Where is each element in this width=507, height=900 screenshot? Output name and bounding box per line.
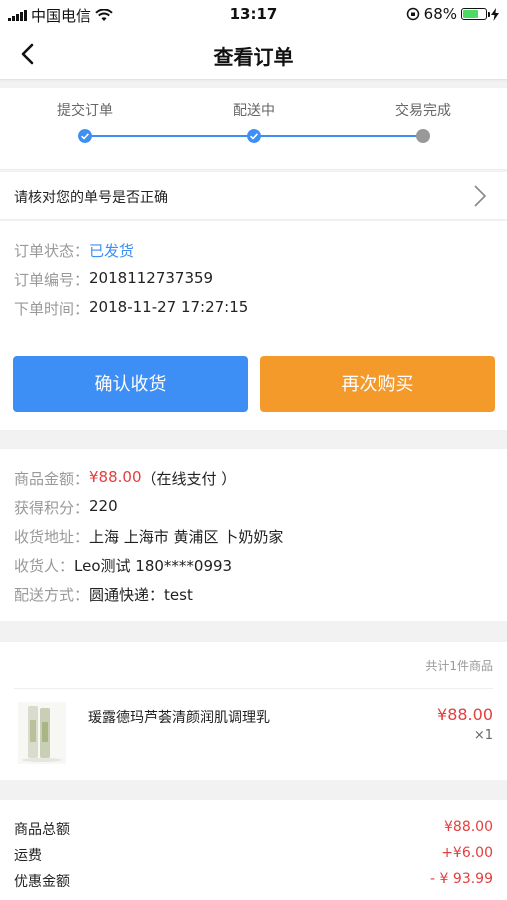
order-progress: 提交订单 配送中 交易完成 xyxy=(0,88,507,170)
product-price: ¥88.00 xyxy=(437,705,493,724)
check-circle-icon xyxy=(247,129,261,143)
status-bar-right: 68% xyxy=(406,5,499,23)
verify-prompt: 请核对您的单号是否正确 xyxy=(14,190,168,206)
order-status-label: 订单状态： xyxy=(14,242,90,260)
receiver-row: 收货人： Leo测试 180****0993 xyxy=(14,555,232,576)
total-value: - ¥ 93.99 xyxy=(430,871,493,887)
progress-line-2 xyxy=(254,135,423,137)
nav-bar: 查看订单 xyxy=(0,28,507,80)
total-label: 运费 xyxy=(14,848,42,864)
order-number-label: 订单编号： xyxy=(14,271,90,289)
product-quantity: ×1 xyxy=(473,728,493,743)
address-value: 上海 上海市 黄浦区 卜奶奶家 xyxy=(89,528,284,546)
order-number-row: 订单编号： 2018112737359 xyxy=(14,269,213,290)
progress-line-1 xyxy=(85,135,254,137)
receiver-label: 收货人： xyxy=(14,557,75,575)
total-row: 商品总额 ¥88.00 xyxy=(14,819,493,839)
delivery-method-row: 配送方式： 圆通快递：test xyxy=(14,584,193,605)
total-label: 优惠金额 xyxy=(14,874,70,890)
order-status-row: 订单状态： 已发货 xyxy=(14,240,134,261)
step-label-shipping: 配送中 xyxy=(233,103,275,119)
step-label-complete: 交易完成 xyxy=(395,103,451,119)
page-title: 查看订单 xyxy=(213,45,294,69)
rebuy-button[interactable]: 再次购买 xyxy=(260,356,495,412)
order-totals: 商品总额 ¥88.00 运费 +¥6.00 优惠金额 - ¥ 93.99 xyxy=(0,800,507,900)
verify-order-row[interactable]: 请核对您的单号是否正确 xyxy=(0,172,507,220)
battery-level xyxy=(463,10,478,18)
address-row: 收货地址： 上海 上海市 黄浦区 卜奶奶家 xyxy=(14,526,283,547)
order-info: 订单状态： 已发货 订单编号： 2018112737359 下单时间： 2018… xyxy=(0,221,507,430)
goods-count: 共计1件商品 xyxy=(425,659,493,673)
payment-method-note: （在线支付 ） xyxy=(141,470,237,488)
charging-icon xyxy=(491,7,499,21)
battery-percent: 68% xyxy=(423,5,457,23)
total-value: ¥88.00 xyxy=(444,819,493,835)
chevron-right-icon xyxy=(474,185,487,207)
product-name[interactable]: 瑗露德玛芦荟清颜润肌调理乳 xyxy=(88,707,270,727)
battery-icon xyxy=(461,8,490,20)
receiver-value: Leo测试 180****0993 xyxy=(74,557,233,575)
check-circle-icon xyxy=(78,129,92,143)
address-label: 收货地址： xyxy=(14,528,90,546)
order-time-label: 下单时间： xyxy=(14,300,90,318)
order-number-value: 2018112737359 xyxy=(89,269,214,287)
goods-amount-label: 商品金额： xyxy=(14,470,90,488)
order-time-value: 2018-11-27 17:27:15 xyxy=(89,298,249,316)
divider xyxy=(14,688,493,689)
status-bar: 中国电信 13:17 68% xyxy=(0,0,507,28)
delivery-method-value: 圆通快递：test xyxy=(89,586,193,604)
step-label-submit: 提交订单 xyxy=(57,103,113,119)
points-value: 220 xyxy=(89,497,118,515)
step-pending-dot xyxy=(416,129,430,143)
orientation-lock-icon xyxy=(406,7,419,21)
shipping-info: 商品金额： ¥88.00 （在线支付 ） 获得积分： 220 收货地址： 上海 … xyxy=(0,449,507,621)
goods-list: 共计1件商品 瑗露德玛芦荟清颜润肌调理乳 ¥88.00 ×1 xyxy=(0,642,507,780)
order-status-value: 已发货 xyxy=(89,242,135,260)
product-image[interactable] xyxy=(18,702,66,764)
total-label: 商品总额 xyxy=(14,822,70,838)
confirm-receipt-button[interactable]: 确认收货 xyxy=(13,356,248,412)
order-time-row: 下单时间： 2018-11-27 17:27:15 xyxy=(14,298,248,319)
goods-amount-value: ¥88.00 xyxy=(89,468,142,486)
goods-amount-row: 商品金额： ¥88.00 （在线支付 ） xyxy=(14,468,236,489)
delivery-method-label: 配送方式： xyxy=(14,586,90,604)
total-value: +¥6.00 xyxy=(441,845,493,861)
total-row: 优惠金额 - ¥ 93.99 xyxy=(14,871,493,891)
points-label: 获得积分： xyxy=(14,499,90,517)
points-row: 获得积分： 220 xyxy=(14,497,118,518)
total-row: 运费 +¥6.00 xyxy=(14,845,493,865)
